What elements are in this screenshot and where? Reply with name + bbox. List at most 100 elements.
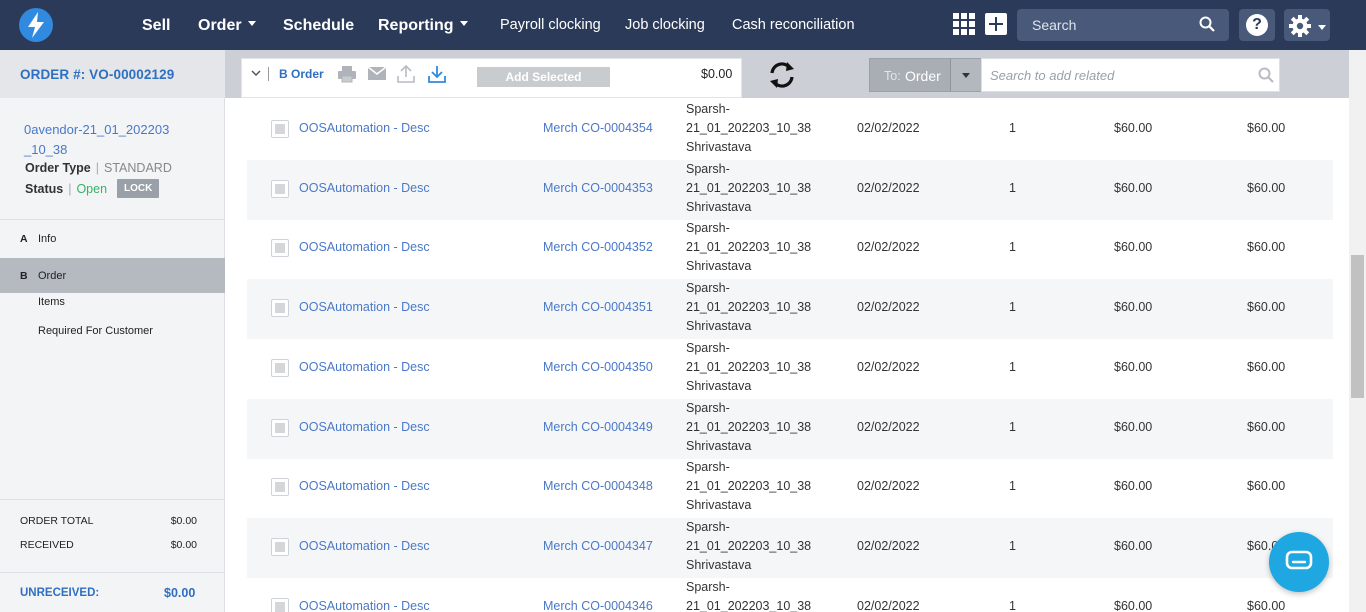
customer-name-line: 21_01_202203_10_38 (686, 121, 812, 135)
customer-name-line: Sparsh- (686, 102, 730, 116)
row-checkbox[interactable] (271, 359, 289, 377)
price-cell: $60.00 (1114, 360, 1153, 374)
to-order-value: Order (905, 68, 941, 84)
nav-order[interactable]: Order (198, 0, 256, 50)
price-cell: $60.00 (1114, 300, 1153, 314)
search-input[interactable] (1017, 9, 1197, 41)
plus-icon[interactable] (985, 13, 1007, 35)
print-icon[interactable] (337, 64, 357, 84)
row-checkbox[interactable] (271, 120, 289, 138)
row-checkbox[interactable] (271, 478, 289, 496)
sidebar-subitem-items[interactable]: Items (38, 296, 65, 308)
item-link[interactable]: OOSAutomation - Desc (299, 420, 430, 434)
refresh-icon[interactable] (766, 60, 798, 90)
customer-name: Sparsh-21_01_202203_10_38Shrivastava (686, 518, 811, 575)
total-cell: $60.00 (1247, 599, 1286, 612)
item-link[interactable]: OOSAutomation - Desc (299, 300, 430, 314)
item-link[interactable]: OOSAutomation - Desc (299, 539, 430, 553)
settings-button[interactable] (1284, 9, 1330, 41)
table-row[interactable]: OOSAutomation - Desc Merch CO-0004346 Spar… (247, 578, 1333, 612)
row-checkbox[interactable] (271, 180, 289, 198)
quantity-cell: 1 (1009, 360, 1016, 374)
merch-order-link[interactable]: Merch CO-0004349 (543, 420, 653, 434)
row-checkbox[interactable] (271, 598, 289, 612)
email-icon[interactable] (367, 66, 387, 82)
price-cell: $60.00 (1114, 479, 1153, 493)
bolt-logo-icon[interactable] (19, 8, 53, 42)
to-order-select[interactable]: To: Order (869, 58, 982, 92)
table-row[interactable]: OOSAutomation - Desc Merch CO-0004354 Spar… (247, 100, 1333, 160)
order-number: ORDER #: VO-00002129 (20, 67, 175, 82)
customer-name: Sparsh-21_01_202203_10_38Shrivastava (686, 279, 811, 336)
table-row[interactable]: OOSAutomation - Desc Merch CO-0004349 Spar… (247, 399, 1333, 459)
sidebar-subitem-required-for-customer[interactable]: Required For Customer (38, 325, 153, 337)
sidebar-item-order[interactable]: B Order (0, 258, 225, 293)
row-checkbox[interactable] (271, 419, 289, 437)
merch-order-link[interactable]: Merch CO-0004348 (543, 479, 653, 493)
order-totals: ORDER TOTAL $0.00 RECEIVED $0.00 UNRECEIVE… (0, 499, 225, 612)
chevron-down-icon[interactable] (251, 68, 261, 78)
upload-icon[interactable] (396, 64, 416, 84)
scrollbar-thumb[interactable] (1351, 255, 1364, 398)
download-icon[interactable] (427, 64, 447, 84)
item-link[interactable]: OOSAutomation - Desc (299, 599, 430, 612)
table-row[interactable]: OOSAutomation - Desc Merch CO-0004348 Spar… (247, 458, 1333, 518)
nav-reporting[interactable]: Reporting (378, 0, 468, 50)
item-link[interactable]: OOSAutomation - Desc (299, 479, 430, 493)
total-cell: $60.00 (1247, 121, 1286, 135)
lock-button[interactable]: LOCK (117, 179, 160, 198)
customer-name-line: 21_01_202203_10_38 (686, 599, 812, 612)
customer-name-line: Sparsh- (686, 580, 730, 594)
customer-name-line: Sparsh- (686, 221, 730, 235)
item-link[interactable]: OOSAutomation - Desc (299, 240, 430, 254)
merch-order-link[interactable]: Merch CO-0004353 (543, 181, 653, 195)
date-cell: 02/02/2022 (857, 360, 920, 374)
customer-name-line: Sparsh- (686, 460, 730, 474)
row-checkbox[interactable] (271, 538, 289, 556)
selected-amount: $0.00 (701, 67, 733, 81)
search-icon[interactable] (1258, 67, 1274, 83)
table-row[interactable]: OOSAutomation - Desc Merch CO-0004350 Spar… (247, 339, 1333, 399)
date-cell: 02/02/2022 (857, 599, 920, 612)
dropdown-toggle[interactable] (950, 59, 982, 91)
row-checkbox[interactable] (271, 299, 289, 317)
nav-job-clocking[interactable]: Job clocking (625, 0, 705, 50)
nav-schedule[interactable]: Schedule (283, 0, 354, 50)
customer-name-line: 21_01_202203_10_38 (686, 420, 812, 434)
customer-name-line: Shrivastava (686, 259, 752, 273)
row-checkbox[interactable] (271, 239, 289, 257)
apps-grid-icon[interactable] (953, 13, 975, 35)
vendor-link[interactable]: 0avendor-21_01_202203_10_38 (24, 120, 174, 160)
price-cell: $60.00 (1114, 539, 1153, 553)
top-search (1017, 9, 1229, 41)
sidebar-item-info[interactable]: A Info (0, 220, 225, 258)
merch-order-link[interactable]: Merch CO-0004352 (543, 240, 653, 254)
nav-sell[interactable]: Sell (142, 0, 170, 50)
merch-order-link[interactable]: Merch CO-0004346 (543, 599, 653, 612)
item-link[interactable]: OOSAutomation - Desc (299, 121, 430, 135)
table-row[interactable]: OOSAutomation - Desc Merch CO-0004353 Spar… (247, 160, 1333, 220)
merch-order-link[interactable]: Merch CO-0004351 (543, 300, 653, 314)
merch-order-link[interactable]: Merch CO-0004350 (543, 360, 653, 374)
section-label[interactable]: B Order (279, 67, 324, 81)
chat-button[interactable] (1269, 532, 1329, 592)
help-button[interactable]: ? (1239, 9, 1275, 41)
merch-order-link[interactable]: Merch CO-0004347 (543, 539, 653, 553)
item-link[interactable]: OOSAutomation - Desc (299, 360, 430, 374)
table-row[interactable]: OOSAutomation - Desc Merch CO-0004352 Spar… (247, 219, 1333, 279)
merch-order-link[interactable]: Merch CO-0004354 (543, 121, 653, 135)
table-row[interactable]: OOSAutomation - Desc Merch CO-0004351 Spar… (247, 279, 1333, 339)
customer-name: Sparsh-21_01_202203_10_38Shrivastava (686, 399, 811, 456)
customer-name-line: Shrivastava (686, 558, 752, 572)
table-row[interactable]: OOSAutomation - Desc Merch CO-0004347 Spar… (247, 518, 1333, 578)
customer-name-line: Shrivastava (686, 379, 752, 393)
item-link[interactable]: OOSAutomation - Desc (299, 181, 430, 195)
related-search-input[interactable] (990, 59, 1250, 91)
order-type-value: STANDARD (104, 161, 172, 175)
search-icon[interactable] (1199, 16, 1215, 32)
nav-cash-reconciliation[interactable]: Cash reconciliation (732, 0, 855, 50)
nav-payroll-clocking[interactable]: Payroll clocking (500, 0, 601, 50)
add-selected-button[interactable]: Add Selected (477, 67, 610, 87)
customer-name: Sparsh-21_01_202203_10_38Shrivastava (686, 578, 811, 612)
customer-name: Sparsh-21_01_202203_10_38Shrivastava (686, 219, 811, 276)
